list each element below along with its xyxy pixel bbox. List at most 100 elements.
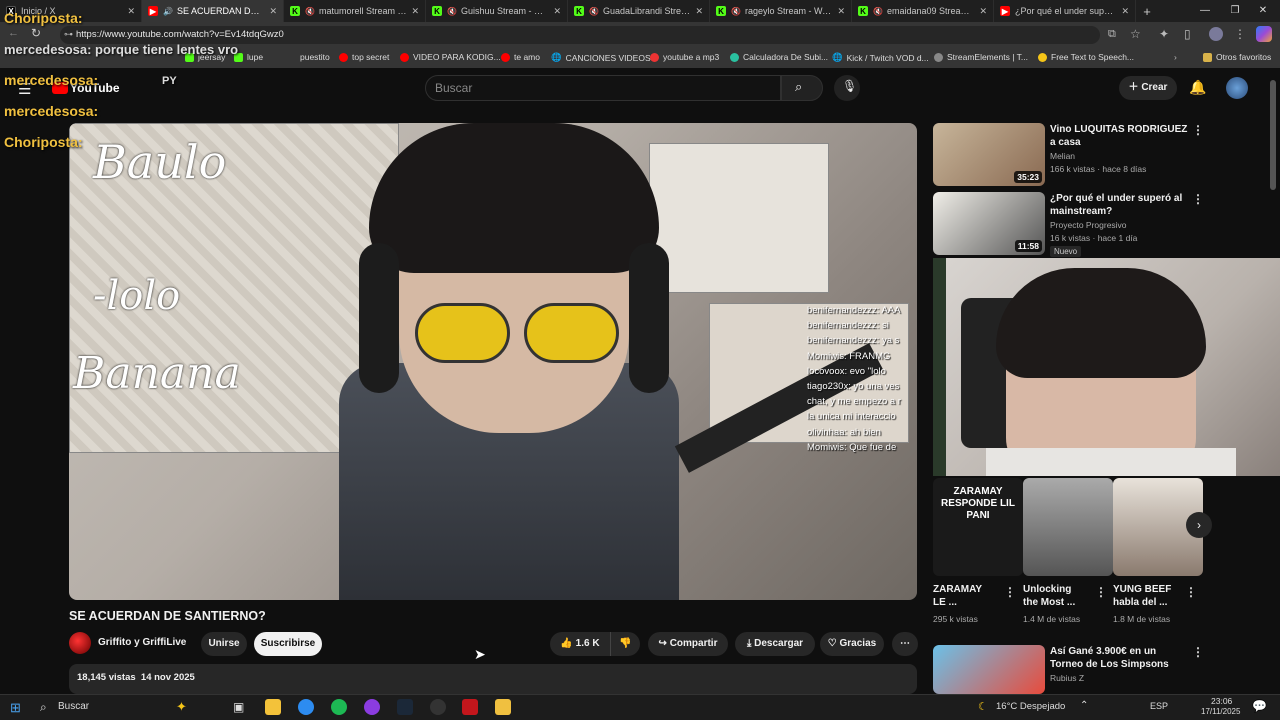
short-title[interactable]: YUNG BEEF habla del ... bbox=[1113, 583, 1175, 609]
create-button[interactable]: ＋ Crear bbox=[1119, 76, 1177, 100]
new-tab-button[interactable]: + bbox=[1136, 4, 1158, 19]
bookmark-calculadora[interactable]: Calculadora De Subi... bbox=[730, 52, 828, 62]
close-tab-icon[interactable]: ✕ bbox=[127, 6, 135, 17]
other-bookmarks[interactable]: Otros favoritos bbox=[1203, 52, 1271, 62]
sidebar-icon[interactable]: ▯ bbox=[1184, 27, 1191, 41]
bookmark-streamelements[interactable]: StreamElements | T... bbox=[934, 52, 1028, 62]
video-editor-icon[interactable] bbox=[462, 699, 478, 715]
bookmark-top-secret[interactable]: top secret bbox=[339, 52, 389, 62]
search-button[interactable]: ⌕ bbox=[781, 75, 823, 101]
recommendation-thumbnail[interactable]: 35:23 bbox=[933, 123, 1045, 186]
clock-time[interactable]: 23:06 bbox=[1211, 696, 1232, 706]
more-options-icon[interactable]: ⋮ bbox=[1185, 585, 1197, 599]
short-thumbnail[interactable] bbox=[1023, 478, 1113, 576]
recommendation-channel[interactable]: Proyecto Progresivo bbox=[1050, 219, 1127, 232]
close-tab-icon[interactable]: ✕ bbox=[695, 6, 703, 17]
notifications-bell-icon[interactable]: 🔔 bbox=[1189, 79, 1206, 96]
obs-icon[interactable] bbox=[430, 699, 446, 715]
taskbar-search-icon[interactable]: ⌕ bbox=[40, 700, 47, 715]
task-view-icon[interactable]: ▣ bbox=[233, 700, 244, 714]
install-app-icon[interactable]: ⧉ bbox=[1108, 28, 1116, 41]
more-options-icon[interactable]: ⋮ bbox=[1192, 645, 1204, 659]
short-title[interactable]: ZARAMAY LE ... bbox=[933, 583, 995, 609]
short-thumbnail[interactable]: ZARAMAY RESPONDE LIL PANI bbox=[933, 478, 1023, 576]
windows-start-icon[interactable]: ⊞ bbox=[10, 700, 21, 716]
muted-speaker-icon[interactable]: 🔇 bbox=[589, 7, 599, 16]
like-button[interactable]: 👍 1.6 K bbox=[550, 632, 610, 656]
recommendation-title[interactable]: Vino LUQUITAS RODRIGUEZ a casa bbox=[1050, 123, 1190, 149]
star-icon[interactable]: ☆ bbox=[1130, 27, 1141, 41]
description-box[interactable]: 18,145 vistas 14 nov 2025 bbox=[69, 664, 917, 694]
thanks-button[interactable]: ♡ Gracias bbox=[820, 632, 884, 656]
profile-avatar[interactable] bbox=[1209, 27, 1223, 41]
edge-browser-icon[interactable] bbox=[298, 699, 314, 715]
muted-speaker-icon[interactable]: 🔇 bbox=[447, 7, 457, 16]
bookmark-kick-twitch-vod[interactable]: 🌐 Kick / Twitch VOD d... bbox=[832, 52, 929, 63]
close-tab-icon[interactable]: ✕ bbox=[837, 6, 845, 17]
close-tab-icon[interactable]: ✕ bbox=[411, 6, 419, 17]
site-info-icon[interactable]: ⊶ bbox=[64, 29, 73, 40]
speaker-icon[interactable]: 🔊 bbox=[163, 7, 173, 16]
recommendation-thumbnail[interactable]: 11:58 bbox=[933, 192, 1045, 255]
bookmark-puestito[interactable]: puestito bbox=[300, 52, 330, 62]
muted-speaker-icon[interactable]: 🔇 bbox=[873, 7, 883, 16]
account-avatar[interactable] bbox=[1226, 77, 1248, 99]
more-options-icon[interactable]: ⋮ bbox=[1192, 192, 1204, 206]
reload-icon[interactable]: ↻ bbox=[31, 26, 41, 40]
video-player[interactable]: Baulo -lolo Banana benifernandezzz: AAA b… bbox=[69, 123, 917, 600]
tab-1[interactable]: ▶ 🔊SE ACUERDAN DE SAN ✕ bbox=[142, 0, 284, 22]
muted-speaker-icon[interactable]: 🔇 bbox=[731, 7, 741, 16]
back-icon[interactable]: ← bbox=[8, 27, 19, 39]
tab-2[interactable]: K 🔇 matumorell Stream - W ✕ bbox=[284, 0, 426, 22]
language-indicator[interactable]: ESP bbox=[1150, 701, 1168, 711]
more-options-icon[interactable]: ⋮ bbox=[1192, 123, 1204, 137]
bookmark-free-text-to-speech[interactable]: Free Text to Speech... bbox=[1038, 52, 1134, 62]
tray-chevron-icon[interactable]: ⌃ bbox=[1080, 700, 1088, 711]
clock-date[interactable]: 17/11/2025 bbox=[1201, 707, 1240, 716]
menu-icon[interactable]: ⋮ bbox=[1234, 27, 1246, 41]
minimize-icon[interactable]: — bbox=[1188, 0, 1222, 22]
channel-name[interactable]: Griffito y GriffiLive bbox=[98, 637, 186, 648]
bookmark-te-amo[interactable]: te amo bbox=[501, 52, 540, 62]
notifications-icon[interactable]: 💬 bbox=[1252, 699, 1267, 713]
recommendation-thumbnail[interactable] bbox=[933, 645, 1045, 694]
more-options-icon[interactable]: ⋮ bbox=[1004, 585, 1016, 599]
steam-icon[interactable] bbox=[397, 699, 413, 715]
tab-3[interactable]: K 🔇 Guishuu Stream - Watc ✕ bbox=[426, 0, 568, 22]
bookmark-lupe[interactable]: lupe bbox=[234, 52, 263, 62]
tab-7[interactable]: ▶ ¿Por qué el under superó al ✕ bbox=[994, 0, 1136, 22]
recommendation-channel[interactable]: Rubius Z bbox=[1050, 672, 1084, 685]
subscribe-button[interactable]: Suscribirse bbox=[254, 632, 322, 656]
voice-search-button[interactable]: 🎙 bbox=[834, 75, 860, 101]
recommendation-title[interactable]: Así Gané 3.900€ en un Torneo de Los Simp… bbox=[1050, 645, 1190, 671]
more-actions-button[interactable]: ⋯ bbox=[892, 632, 918, 656]
close-tab-icon[interactable]: ✕ bbox=[979, 6, 987, 17]
recommendation-channel[interactable]: Melian bbox=[1050, 150, 1075, 163]
close-window-icon[interactable]: ✕ bbox=[1246, 0, 1280, 22]
taskbar-search-input[interactable]: Buscar bbox=[58, 701, 89, 712]
file-explorer-icon[interactable] bbox=[265, 699, 281, 715]
short-title[interactable]: Unlocking the Most ... bbox=[1023, 583, 1085, 609]
muted-speaker-icon[interactable]: 🔇 bbox=[305, 7, 315, 16]
copilot-icon[interactable] bbox=[1256, 26, 1272, 42]
tab-4[interactable]: K 🔇 GuadaLibrandi Stream ✕ bbox=[568, 0, 710, 22]
shorts-next-button[interactable]: › bbox=[1186, 512, 1212, 538]
bookmark-canciones-videos[interactable]: 🌐 CANCIONES VIDEOS bbox=[551, 52, 651, 63]
dislike-button[interactable]: 👎 bbox=[610, 632, 640, 656]
notes-app-icon[interactable] bbox=[495, 699, 511, 715]
close-tab-icon[interactable]: ✕ bbox=[1121, 6, 1129, 17]
weather-text[interactable]: 16°C Despejado bbox=[996, 701, 1065, 712]
bookmark-video-para-kodig[interactable]: VIDEO PARA KODIG... bbox=[400, 52, 501, 62]
recommendation-title[interactable]: ¿Por qué el under superó al mainstream? bbox=[1050, 192, 1190, 218]
tab-6[interactable]: K 🔇 emaidana09 Stream - W ✕ bbox=[852, 0, 994, 22]
download-button[interactable]: ⤓ Descargar bbox=[735, 632, 815, 656]
close-tab-icon[interactable]: ✕ bbox=[553, 6, 561, 17]
canva-icon[interactable] bbox=[364, 699, 380, 715]
spotify-icon[interactable] bbox=[331, 699, 347, 715]
scrollbar[interactable] bbox=[1270, 80, 1276, 190]
extensions-icon[interactable]: ✦ bbox=[1159, 27, 1169, 41]
tab-5[interactable]: K 🔇 rageylo Stream - Watc ✕ bbox=[710, 0, 852, 22]
bookmarks-overflow-icon[interactable]: › bbox=[1174, 52, 1177, 62]
more-options-icon[interactable]: ⋮ bbox=[1095, 585, 1107, 599]
join-button[interactable]: Unirse bbox=[201, 632, 247, 656]
